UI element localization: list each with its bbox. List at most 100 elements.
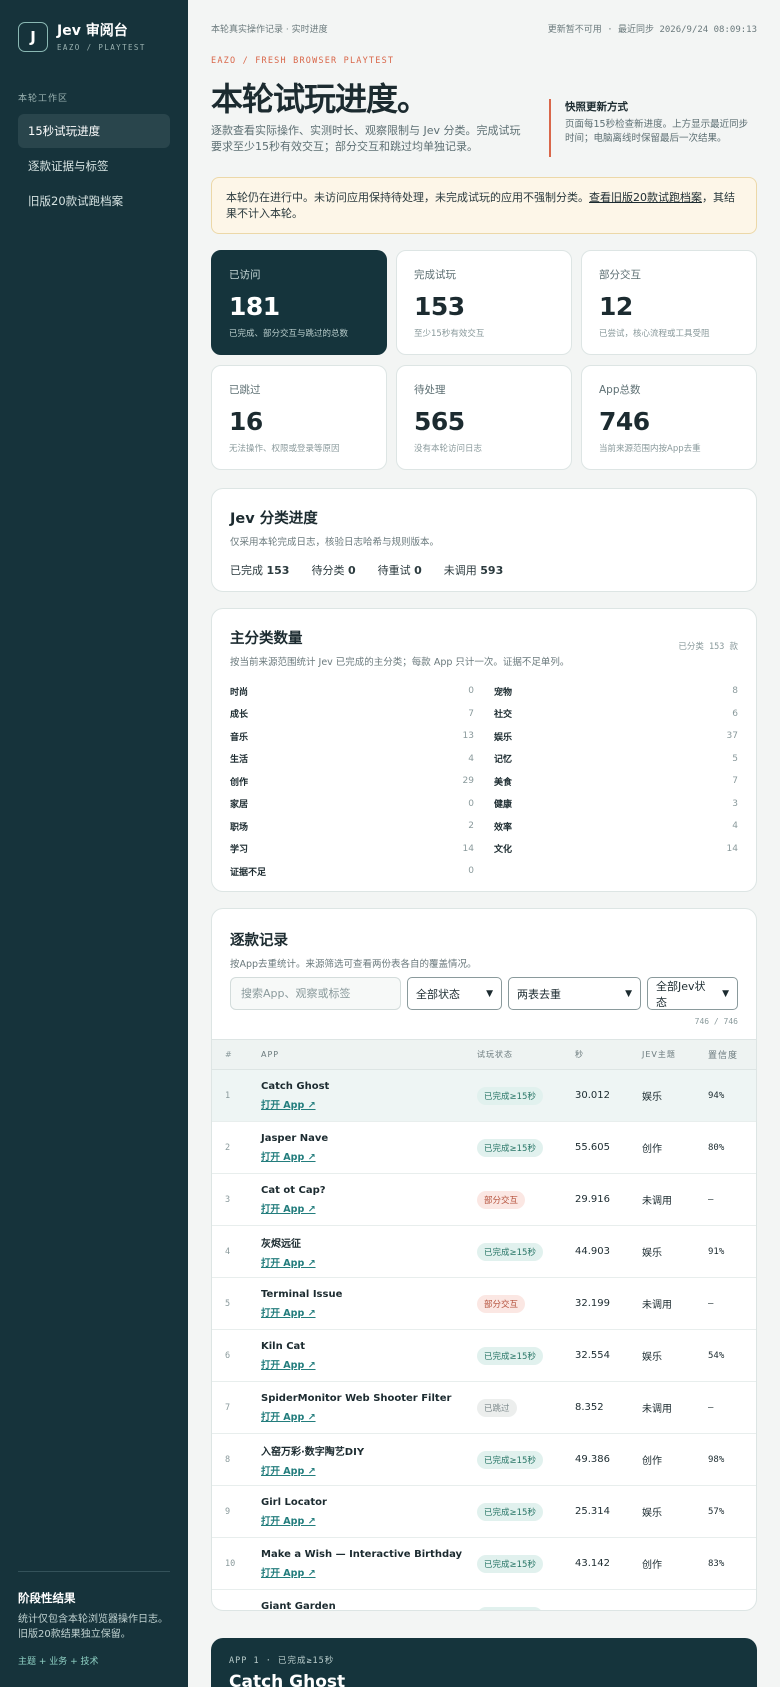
- open-app-link[interactable]: 打开 App ↗: [261, 1513, 477, 1527]
- jev-progress-sub: 仅采用本轮完成日志，核验日志哈希与规则版本。: [230, 537, 440, 548]
- table-row[interactable]: 3 Cat ot Cap? 打开 App ↗ 部分交互 29.916 未调用 —: [212, 1174, 756, 1226]
- stat-card-total: App总数 746 当前来源范围内按App去重: [581, 365, 757, 470]
- app-name: Kiln Cat: [261, 1340, 306, 1352]
- progress-value: 593: [480, 564, 504, 577]
- open-app-link[interactable]: 打开 App ↗: [261, 1255, 477, 1269]
- category-row: 时尚 0: [230, 680, 474, 703]
- row-seconds: 29.916: [575, 1194, 610, 1205]
- jev-progress-title: Jev 分类进度: [230, 511, 318, 527]
- stat-label: 待处理: [414, 384, 446, 396]
- table-row[interactable]: 6 Kiln Cat 打开 App ↗ 已完成≥15秒 32.554 娱乐 54%: [212, 1330, 756, 1382]
- category-grid: 时尚 0 宠物 8 成长 7 社交 6 音乐 13 娱乐 37 生活 4 记忆 5 创作 29 美食 7 家居 0 健康 3 职…: [230, 680, 738, 883]
- table-row[interactable]: 2 Jasper Nave 打开 App ↗ 已完成≥15秒 55.605 创作 80%: [212, 1122, 756, 1174]
- stat-label: App总数: [599, 384, 641, 396]
- status-badge: 已完成≥15秒: [477, 1450, 543, 1469]
- sync-status: 更新暂不可用 · 最近同步 2026/9/24 08:09:13: [547, 25, 757, 35]
- stat-card-visited: 已访问 181 已完成、部分交互与跳过的总数: [211, 250, 387, 355]
- notice-text: 本轮仍在进行中。未访问应用保持待处理，未完成试玩的应用不强制分类。: [226, 191, 589, 204]
- category-row: 文化 14: [494, 838, 738, 861]
- category-value: 14: [726, 843, 738, 854]
- row-confidence: —: [708, 1194, 714, 1205]
- row-confidence: 54%: [708, 1350, 725, 1361]
- jev-filter-select[interactable]: 全部Jev状态 ▼: [647, 977, 738, 1010]
- records-sub: 按App去重统计。来源筛选可查看两份表各自的覆盖情况。: [230, 959, 477, 970]
- open-app-link[interactable]: 打开 App ↗: [261, 1565, 477, 1579]
- row-seconds: 32.554: [575, 1350, 610, 1361]
- open-app-link[interactable]: 打开 App ↗: [261, 1463, 477, 1477]
- category-row: 记忆 5: [494, 748, 738, 771]
- sidebar-footer-desc: 统计仅包含本轮浏览器操作日志。旧版20款结果独立保留。: [18, 1614, 168, 1640]
- detail-kicker: APP 1 · 已完成≥15秒: [229, 1656, 335, 1666]
- table-row[interactable]: 11Giant Garden打开 App ↗已完成≥15秒: [212, 1590, 756, 1610]
- row-number: 7: [225, 1402, 231, 1413]
- stat-value: 565: [414, 407, 465, 436]
- status-badge: 已完成≥15秒: [477, 1138, 543, 1157]
- progress-label: 已完成: [230, 564, 263, 577]
- row-theme: 未调用: [642, 1196, 672, 1207]
- category-name: 成长: [230, 710, 249, 721]
- open-app-link[interactable]: 打开 App ↗: [261, 1201, 477, 1215]
- row-theme: 娱乐: [642, 1508, 662, 1519]
- records-card: 逐款记录 按App去重统计。来源筛选可查看两份表各自的覆盖情况。 搜索App、观…: [211, 908, 757, 1611]
- table-row[interactable]: 5 Terminal Issue 打开 App ↗ 部分交互 32.199 未调用 —: [212, 1278, 756, 1330]
- row-number: 8: [225, 1454, 231, 1465]
- category-name: 证据不足: [230, 867, 267, 878]
- table-row[interactable]: 8 入窑万彩·数字陶艺DIY 打开 App ↗ 已完成≥15秒 49.386 创作 98%: [212, 1434, 756, 1486]
- table-row[interactable]: 4 灰烬远征 打开 App ↗ 已完成≥15秒 44.903 娱乐 91%: [212, 1226, 756, 1278]
- open-app-link[interactable]: 打开 App ↗: [261, 1097, 477, 1111]
- status-filter-select[interactable]: 全部状态 ▼: [407, 977, 502, 1010]
- sidebar-item-archive[interactable]: 旧版20款试跑档案: [18, 184, 170, 218]
- breadcrumb: 本轮真实操作记录 · 实时进度: [211, 25, 328, 35]
- chevron-down-icon: ▼: [486, 988, 493, 999]
- app-name: Catch Ghost: [261, 1080, 330, 1092]
- source-filter-select[interactable]: 两表去重 ▼: [508, 977, 641, 1010]
- status-badge: 已完成≥15秒: [477, 1502, 543, 1521]
- category-row: 音乐 13: [230, 725, 474, 748]
- row-number: 9: [225, 1506, 231, 1517]
- sidebar-footer-title: 阶段性结果: [18, 1591, 76, 1605]
- archive-link[interactable]: 查看旧版20款试跑档案: [589, 191, 702, 204]
- brand: J Jev 审阅台 EAZO / PLAYTEST: [18, 22, 146, 52]
- jev-filter-value: 全部Jev状态: [656, 979, 706, 1009]
- page-title: 本轮试玩进度。: [211, 80, 429, 118]
- table-row[interactable]: 10 Make a Wish — Interactive Birthday 打开 A…: [212, 1538, 756, 1590]
- row-number: 2: [225, 1142, 231, 1153]
- row-number: 6: [225, 1350, 231, 1361]
- stat-note: 至少15秒有效交互: [414, 329, 485, 339]
- open-app-link[interactable]: 打开 App ↗: [261, 1409, 477, 1423]
- category-value: 29: [462, 776, 474, 787]
- col-header-num: #: [225, 1050, 233, 1059]
- category-row: 娱乐 37: [494, 725, 738, 748]
- category-row: 健康 3: [494, 793, 738, 816]
- category-name: 创作: [230, 777, 249, 788]
- category-name: 娱乐: [494, 732, 513, 743]
- round-notice: 本轮仍在进行中。未访问应用保持待处理，未完成试玩的应用不强制分类。查看旧版20款…: [211, 177, 757, 234]
- table-row[interactable]: 9 Girl Locator 打开 App ↗ 已完成≥15秒 25.314 娱乐 57%: [212, 1486, 756, 1538]
- search-input[interactable]: 搜索App、观察或标签: [230, 977, 401, 1010]
- category-row: 生活 4: [230, 748, 474, 771]
- open-app-link[interactable]: 打开 App ↗: [261, 1305, 477, 1319]
- sidebar-item-evidence[interactable]: 逐款证据与标签: [18, 149, 170, 183]
- brand-title: Jev 审阅台: [57, 23, 128, 39]
- table-row[interactable]: 1 Catch Ghost 打开 App ↗ 已完成≥15秒 30.012 娱乐 94%: [212, 1070, 756, 1122]
- app-name: Terminal Issue: [261, 1288, 343, 1300]
- stat-note: 无法操作、权限或登录等原因: [229, 444, 340, 454]
- category-name: 宠物: [494, 687, 513, 698]
- category-row: 学习 14: [230, 838, 474, 861]
- open-app-link[interactable]: 打开 App ↗: [261, 1357, 477, 1371]
- brand-subtitle: EAZO / PLAYTEST: [57, 43, 146, 52]
- sidebar-item-progress[interactable]: 15秒试玩进度: [18, 114, 170, 148]
- category-value: 13: [462, 731, 474, 742]
- table-body: 1 Catch Ghost 打开 App ↗ 已完成≥15秒 30.012 娱乐 94% 2 J…: [212, 1070, 756, 1610]
- category-name: 社交: [494, 710, 513, 721]
- open-app-link[interactable]: 打开 App ↗: [261, 1149, 477, 1163]
- status-badge: 已跳过: [477, 1398, 517, 1417]
- category-value: 0: [468, 686, 474, 697]
- app-name: 入窑万彩·数字陶艺DIY: [261, 1446, 365, 1458]
- row-confidence: —: [708, 1298, 714, 1309]
- row-confidence: 94%: [708, 1090, 725, 1101]
- category-value: 5: [732, 753, 738, 764]
- col-header-app: APP: [261, 1050, 280, 1059]
- table-row[interactable]: 7 SpiderMonitor Web Shooter Filter 打开 App …: [212, 1382, 756, 1434]
- app-name: Jasper Nave: [261, 1132, 329, 1144]
